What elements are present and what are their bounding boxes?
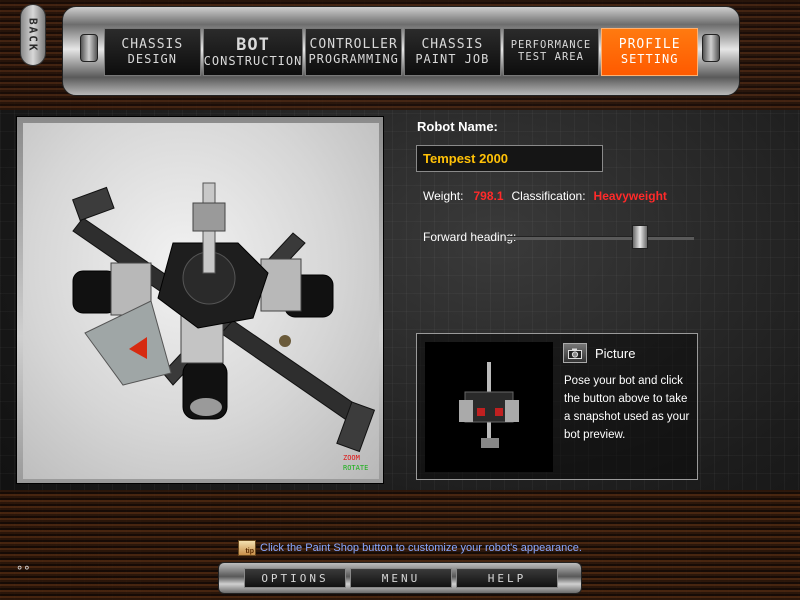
bot-preview-image bbox=[425, 342, 553, 472]
tip-icon-text: tip bbox=[245, 548, 254, 555]
menu-button[interactable]: MENU bbox=[350, 568, 452, 588]
robot-viewport-frame: ZOOM ROTATE bbox=[16, 116, 384, 484]
tab-line1: CHASSIS bbox=[421, 37, 484, 53]
tab-controller-programming[interactable]: CONTROLLER PROGRAMMING bbox=[305, 28, 403, 76]
stats-row: Weight: 798.1 Classification: Heavyweigh… bbox=[423, 189, 667, 203]
back-button[interactable]: BACK bbox=[20, 4, 46, 66]
zoom-hint-text: ZOOM bbox=[343, 454, 360, 462]
tab-chassis-design[interactable]: CHASSIS DESIGN bbox=[104, 28, 201, 76]
tab-line2: PROGRAMMING bbox=[308, 51, 399, 66]
forward-heading-label: Forward heading: bbox=[423, 230, 517, 244]
picture-panel: Picture Pose your bot and click the butt… bbox=[416, 333, 698, 480]
snapshot-camera-button[interactable] bbox=[563, 343, 587, 363]
forward-heading-slider-thumb[interactable] bbox=[632, 225, 648, 249]
nav-right-cap bbox=[702, 34, 720, 62]
tab-line1: CONTROLLER bbox=[309, 37, 398, 53]
tip-text: Click the Paint Shop button to customize… bbox=[260, 542, 582, 554]
rotate-hint-text: ROTATE bbox=[343, 464, 369, 472]
help-button[interactable]: HELP bbox=[456, 568, 558, 588]
weight-label: Weight: bbox=[423, 189, 464, 203]
picture-description: Pose your bot and click the button above… bbox=[564, 375, 690, 441]
nav-tabs: CHASSIS DESIGN BOT CONSTRUCTION CONTROLL… bbox=[104, 28, 698, 76]
tab-bot-construction[interactable]: BOT CONSTRUCTION bbox=[202, 28, 304, 76]
weight-value: 798.1 bbox=[473, 189, 504, 203]
tab-line1: BOT bbox=[236, 35, 270, 56]
forward-heading-slider[interactable] bbox=[506, 236, 694, 240]
options-button[interactable]: OPTIONS bbox=[244, 568, 346, 588]
back-label: BACK bbox=[26, 17, 40, 53]
bottom-menu: OPTIONS MENU HELP bbox=[244, 568, 558, 588]
robot-name-input[interactable] bbox=[416, 145, 603, 172]
robot-3d-view[interactable]: ZOOM ROTATE bbox=[23, 123, 379, 479]
nav-left-cap bbox=[80, 34, 98, 62]
tab-line2: CONSTRUCTION bbox=[203, 53, 303, 68]
classification-label: Classification: bbox=[511, 189, 586, 203]
picture-title: Picture bbox=[595, 346, 636, 361]
tab-line2: SETTING bbox=[620, 51, 679, 66]
classification-value: Heavyweight bbox=[593, 189, 667, 203]
tab-line1: CHASSIS bbox=[121, 37, 184, 53]
tab-line2: TEST AREA bbox=[518, 51, 584, 63]
robot-model-icon bbox=[72, 182, 376, 453]
robot-name-label: Robot Name: bbox=[417, 119, 498, 134]
tab-line1: PROFILE bbox=[618, 37, 681, 53]
tab-line2: PAINT JOB bbox=[415, 51, 490, 66]
tip-icon: tip bbox=[238, 540, 256, 556]
tab-line2: DESIGN bbox=[127, 51, 177, 66]
camera-icon bbox=[568, 348, 582, 359]
system-status-icon: °° bbox=[16, 564, 31, 578]
zoom-rotate-hint: ZOOM ROTATE bbox=[343, 453, 368, 473]
tab-performance-test-area[interactable]: PERFORMANCE TEST AREA bbox=[502, 28, 600, 76]
bot-preview-icon bbox=[459, 362, 519, 448]
tab-profile-setting[interactable]: PROFILE SETTING bbox=[601, 28, 698, 76]
tab-chassis-paint-job[interactable]: CHASSIS PAINT JOB bbox=[404, 28, 501, 76]
